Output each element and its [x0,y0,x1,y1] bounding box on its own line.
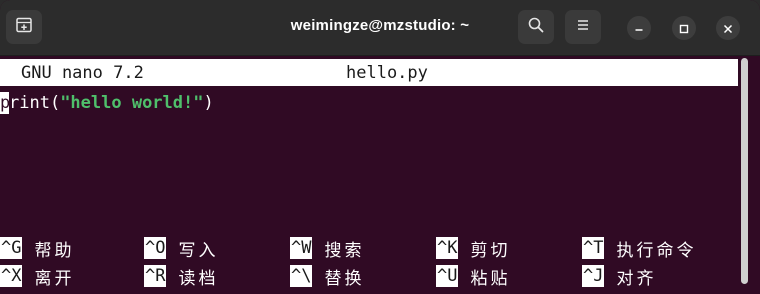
shortcut-write[interactable]: ^O 写入 [144,237,219,261]
shortcut-key: ^T [582,237,605,259]
shortcut-key: ^K [436,237,459,259]
shortcut-key: ^R [144,265,167,287]
nano-filename: hello.py [346,63,428,83]
editor-line[interactable]: p rint("hello world!") [0,91,214,115]
shortcut-key: ^U [436,265,459,287]
shortcut-bar-row-1: ^G 帮助 ^O 写入 ^W 搜索 ^K 剪切 ^T 执行命令 [0,237,738,261]
shortcut-replace[interactable]: ^\ 替换 [290,265,365,289]
scrollbar[interactable] [741,58,748,284]
shortcut-label: 写入 [178,240,219,261]
shortcut-label: 剪切 [470,240,511,261]
shortcut-key: ^G [0,237,23,259]
maximize-button[interactable] [672,16,696,40]
title-bar: weimingze@mzstudio: ~ [0,0,760,56]
shortcut-help[interactable]: ^G 帮助 [0,237,75,261]
shortcut-execute[interactable]: ^T 执行命令 [582,237,697,261]
terminal-window: weimingze@mzstudio: ~ GNU nano 7.2 hello… [0,0,760,294]
close-icon [723,19,733,38]
minimize-button[interactable] [627,16,651,40]
search-icon [527,16,545,38]
shortcut-label: 离开 [34,268,75,289]
code-string: "hello world!" [60,93,204,113]
shortcut-justify[interactable]: ^J 对齐 [582,265,657,289]
shortcut-search[interactable]: ^W 搜索 [290,237,365,261]
hamburger-menu-icon [575,17,591,37]
shortcut-label: 帮助 [34,240,75,261]
menu-button[interactable] [565,10,601,44]
shortcut-read-file[interactable]: ^R 读档 [144,265,219,289]
nano-header-bar: GNU nano 7.2 hello.py [0,59,738,86]
shortcut-key: ^W [290,237,313,259]
code-suffix: ) [203,93,214,113]
close-button[interactable] [716,16,740,40]
shortcut-label: 执行命令 [616,240,697,261]
shortcut-cut[interactable]: ^K 剪切 [436,237,511,261]
shortcut-label: 搜索 [324,240,365,261]
shortcut-label: 读档 [178,268,219,289]
minimize-icon [634,19,644,38]
shortcut-exit[interactable]: ^X 离开 [0,265,75,289]
shortcut-label: 对齐 [616,268,657,289]
shortcut-label: 替换 [324,268,365,289]
code-function: rint( [9,93,61,113]
text-cursor: p [0,92,9,114]
shortcut-key: ^X [0,265,23,287]
terminal-area[interactable]: GNU nano 7.2 hello.py p rint("hello world… [0,56,760,294]
shortcut-key: ^O [144,237,167,259]
nano-version: GNU nano 7.2 [21,63,144,83]
maximize-icon [679,19,689,38]
shortcut-key: ^J [582,265,605,287]
shortcut-key: ^\ [290,265,313,287]
shortcut-label: 粘贴 [470,268,511,289]
search-button[interactable] [518,10,554,44]
shortcut-paste[interactable]: ^U 粘贴 [436,265,511,289]
shortcut-bar-row-2: ^X 离开 ^R 读档 ^\ 替换 ^U 粘贴 ^J 对齐 [0,265,738,289]
